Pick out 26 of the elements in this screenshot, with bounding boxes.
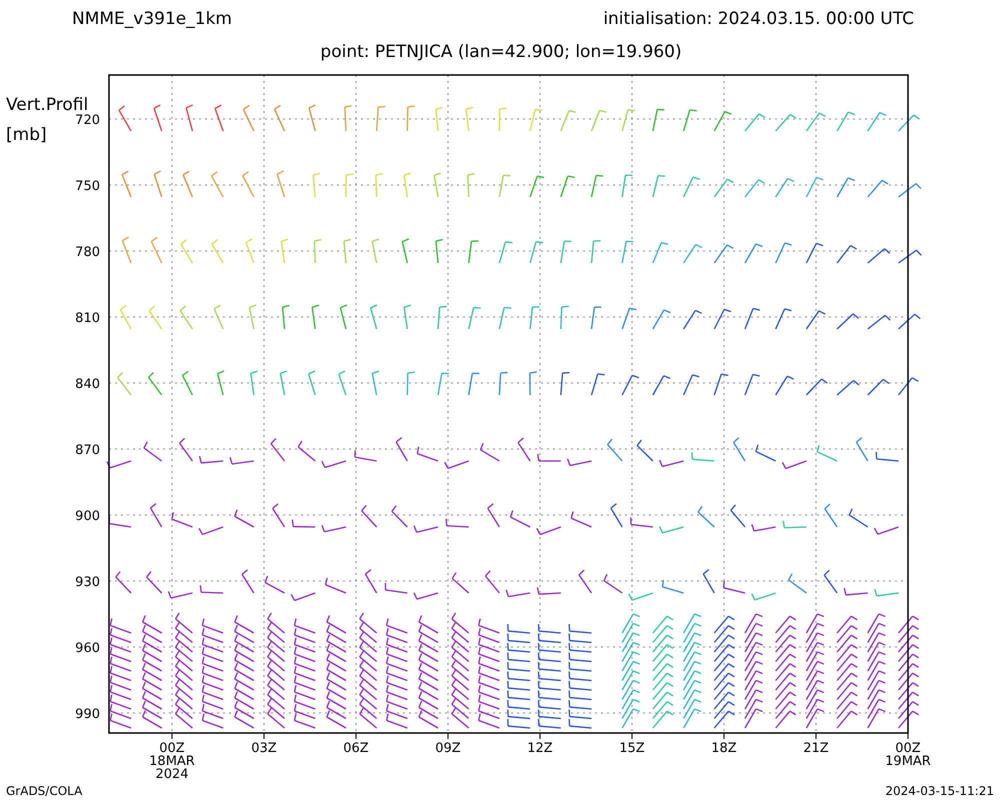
- point-subtitle: point: PETNJICA (lan=42.900; lon=19.960): [320, 41, 682, 64]
- x-tick-label: 09Z: [435, 741, 461, 756]
- y-tick-label: 900: [75, 509, 100, 524]
- y-axis-unit: [mb]: [6, 125, 47, 145]
- y-tick-label: 990: [75, 707, 100, 722]
- x-tick-label: 00Z 18MAR 2024: [149, 741, 195, 782]
- y-axis-label: Vert.Profil: [6, 95, 88, 115]
- x-tick-label: 00Z 19MAR: [885, 741, 931, 769]
- y-tick-label: 870: [75, 443, 100, 458]
- x-tick-label: 18Z: [711, 741, 737, 756]
- y-tick-label: 720: [75, 113, 100, 128]
- x-tick-label: 12Z: [527, 741, 553, 756]
- x-tick-label: 21Z: [803, 741, 829, 756]
- initialisation-time: initialisation: 2024.03.15. 00:00 UTC: [603, 8, 914, 31]
- y-tick-label: 780: [75, 245, 100, 260]
- y-tick-label: 840: [75, 377, 100, 392]
- software-credit: GrADS/COLA: [6, 785, 82, 797]
- y-tick-label: 960: [75, 641, 100, 656]
- generation-timestamp: 2024-03-15-11:21: [885, 785, 994, 797]
- y-tick-label: 810: [75, 311, 100, 326]
- x-tick-label: 03Z: [251, 741, 277, 756]
- x-tick-label: 06Z: [343, 741, 369, 756]
- x-tick-label: 15Z: [619, 741, 645, 756]
- model-title: NMME_v391e_1km: [72, 8, 232, 31]
- y-tick-label: 930: [75, 575, 100, 590]
- y-tick-label: 750: [75, 179, 100, 194]
